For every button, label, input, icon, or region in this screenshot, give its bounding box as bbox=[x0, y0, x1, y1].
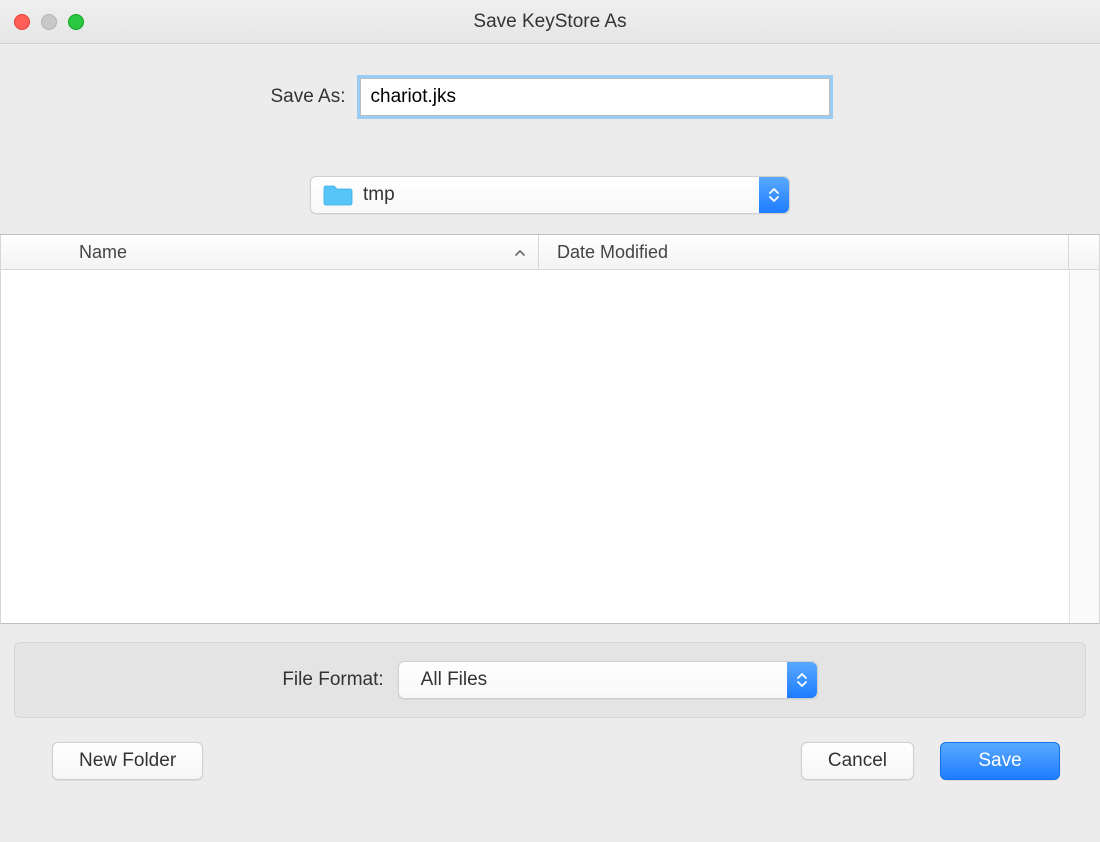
file-list: Name Date Modified bbox=[0, 234, 1100, 624]
file-format-popup-label: All Files bbox=[421, 669, 488, 691]
cancel-button[interactable]: Cancel bbox=[801, 742, 914, 780]
traffic-lights bbox=[14, 14, 84, 30]
file-format-label: File Format: bbox=[282, 669, 383, 691]
folder-selector-row: tmp bbox=[0, 176, 1100, 214]
chevron-up-down-icon bbox=[787, 662, 817, 698]
scrollbar-gutter[interactable] bbox=[1069, 270, 1099, 623]
save-button[interactable]: Save bbox=[940, 742, 1060, 780]
save-as-label: Save As: bbox=[271, 86, 346, 108]
column-header-date-label: Date Modified bbox=[557, 242, 668, 263]
window-title: Save KeyStore As bbox=[0, 11, 1100, 33]
maximize-window-button[interactable] bbox=[68, 14, 84, 30]
column-headers: Name Date Modified bbox=[1, 235, 1099, 270]
file-format-panel: File Format: All Files bbox=[14, 642, 1086, 718]
column-header-name[interactable]: Name bbox=[1, 235, 539, 269]
new-folder-button[interactable]: New Folder bbox=[52, 742, 203, 780]
file-format-popup-button[interactable]: All Files bbox=[398, 661, 818, 699]
chevron-up-down-icon bbox=[759, 177, 789, 213]
file-list-body[interactable] bbox=[1, 270, 1099, 623]
folder-icon bbox=[323, 184, 353, 206]
save-as-input[interactable] bbox=[360, 78, 830, 116]
titlebar: Save KeyStore As bbox=[0, 0, 1100, 44]
minimize-window-button[interactable] bbox=[41, 14, 57, 30]
column-header-spacer bbox=[1069, 235, 1099, 269]
folder-popup-button[interactable]: tmp bbox=[310, 176, 790, 214]
column-header-date-modified[interactable]: Date Modified bbox=[539, 235, 1069, 269]
bottom-button-row: New Folder Cancel Save bbox=[0, 718, 1100, 780]
sort-arrow-icon bbox=[514, 245, 526, 260]
column-header-name-label: Name bbox=[79, 242, 127, 263]
save-as-row: Save As: bbox=[0, 78, 1100, 116]
close-window-button[interactable] bbox=[14, 14, 30, 30]
folder-popup-label: tmp bbox=[363, 184, 395, 206]
